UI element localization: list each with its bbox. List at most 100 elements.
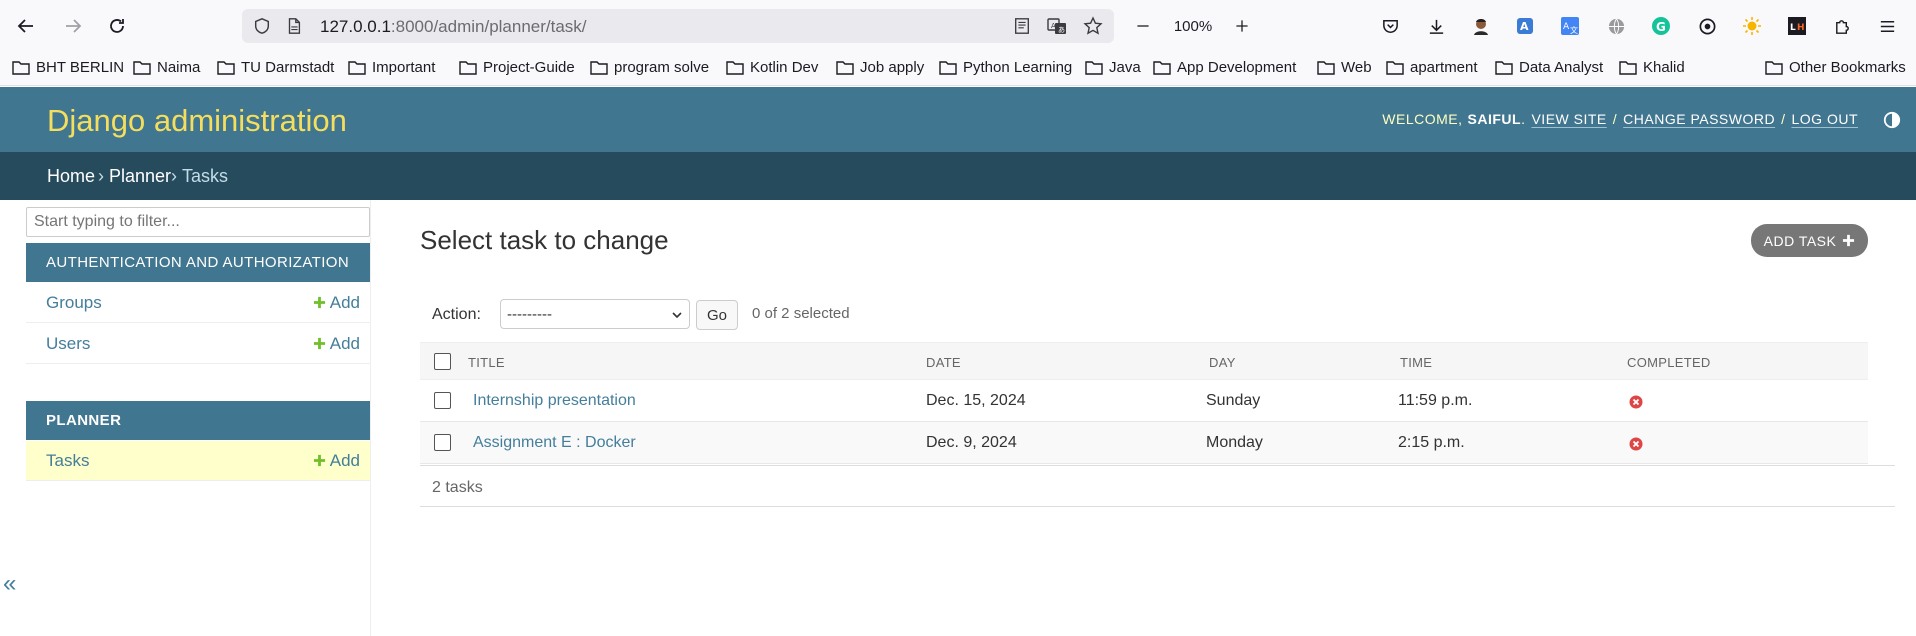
chevron-down-icon <box>672 312 682 319</box>
module-caption-auth[interactable]: AUTHENTICATION AND AUTHORIZATION <box>26 243 370 282</box>
change-password-link[interactable]: CHANGE PASSWORD <box>1623 111 1775 127</box>
zoom-out-button[interactable] <box>1132 12 1154 40</box>
bookmark-folder[interactable]: App Development <box>1153 59 1296 76</box>
page-icon[interactable] <box>284 16 304 36</box>
column-header-date[interactable]: DATE <box>926 355 961 370</box>
site-branding[interactable]: Django administration <box>47 103 347 139</box>
action-select[interactable]: --------- <box>500 299 690 329</box>
breadcrumb-planner[interactable]: Planner <box>109 166 171 187</box>
sidebar-item-label[interactable]: Tasks <box>46 451 89 471</box>
extensions-puzzle-icon[interactable] <box>1829 13 1855 39</box>
bookmark-label: Data Analyst <box>1519 59 1604 76</box>
sidebar-item-label[interactable]: Users <box>46 334 90 354</box>
bookmark-folder[interactable]: Naima <box>133 59 200 76</box>
shield-icon[interactable] <box>252 16 272 36</box>
svg-text:文: 文 <box>1570 25 1578 35</box>
add-plus-icon <box>313 296 325 309</box>
bookmark-folder[interactable]: program solve <box>590 59 709 76</box>
bookmark-folder[interactable]: Web <box>1317 59 1372 76</box>
nav-filter-input[interactable] <box>26 207 370 237</box>
row-checkbox[interactable] <box>434 392 451 409</box>
reload-icon <box>110 19 124 33</box>
bookmark-label: Kotlin Dev <box>750 59 819 76</box>
avatar-extension-icon[interactable] <box>1468 13 1494 39</box>
bookmark-folder[interactable]: Important <box>348 59 435 76</box>
bookmark-folder[interactable]: apartment <box>1386 59 1478 76</box>
pocket-icon[interactable] <box>1377 13 1403 39</box>
url-text[interactable]: 127.0.0.1:8000/admin/planner/task/ <box>320 17 587 37</box>
theme-toggle-icon[interactable] <box>1883 111 1901 129</box>
forward-button[interactable] <box>59 12 87 40</box>
log-out-link[interactable]: LOG OUT <box>1791 111 1858 127</box>
add-link-label: Add <box>329 333 360 353</box>
add-link-label: Add <box>329 292 360 312</box>
reader-view-icon[interactable] <box>1012 16 1032 36</box>
google-translate-icon[interactable]: A文 <box>1557 13 1583 39</box>
folder-icon <box>1085 60 1103 75</box>
task-title-link[interactable]: Assignment E : Docker <box>473 434 636 452</box>
column-header-title[interactable]: TITLE <box>468 355 505 370</box>
sidebar-item-label[interactable]: Groups <box>46 293 102 313</box>
action-label: Action: <box>432 306 481 323</box>
page-title: Select task to change <box>420 225 669 255</box>
add-groups-link[interactable]: Add <box>313 293 360 313</box>
view-site-link[interactable]: VIEW SITE <box>1531 111 1606 127</box>
module-caption-planner[interactable]: PLANNER <box>26 401 370 440</box>
actions-bar: Action: --------- Go 0 of 2 selected <box>420 296 1868 334</box>
bookmark-folder[interactable]: Data Analyst <box>1495 59 1603 76</box>
task-day: Monday <box>1206 434 1263 451</box>
other-bookmarks[interactable]: Other Bookmarks <box>1765 59 1906 76</box>
bookmark-folder[interactable]: Job apply <box>836 59 924 76</box>
hamburger-menu-icon[interactable] <box>1874 13 1900 39</box>
add-plus-icon <box>313 337 325 350</box>
breadcrumb-separator: › <box>98 166 104 186</box>
action-select-value: --------- <box>507 305 552 323</box>
svg-text:L: L <box>1790 23 1796 33</box>
sidebar-collapse-button[interactable]: « <box>3 570 21 597</box>
timer-extension-icon[interactable] <box>1694 13 1720 39</box>
translate-icon[interactable]: Aあ <box>1047 16 1067 36</box>
svg-text:あ: あ <box>1058 26 1065 34</box>
svg-text:A: A <box>1520 20 1529 33</box>
folder-icon <box>836 60 854 75</box>
bookmark-folder[interactable]: Java <box>1085 59 1141 76</box>
sun-icon[interactable] <box>1739 13 1765 39</box>
row-checkbox[interactable] <box>434 434 451 451</box>
globe-icon[interactable] <box>1603 13 1629 39</box>
bookmark-folder[interactable]: Kotlin Dev <box>726 59 818 76</box>
select-all-checkbox[interactable] <box>434 353 451 370</box>
grammarly-icon[interactable]: G <box>1648 13 1674 39</box>
add-users-link[interactable]: Add <box>313 334 360 354</box>
zoom-in-button[interactable] <box>1231 12 1253 40</box>
task-title-link[interactable]: Internship presentation <box>473 392 636 410</box>
download-icon[interactable] <box>1423 13 1449 39</box>
other-bookmarks-label: Other Bookmarks <box>1789 59 1906 76</box>
star-icon[interactable] <box>1083 16 1103 36</box>
column-header-day[interactable]: DAY <box>1209 355 1236 370</box>
folder-icon <box>1153 60 1171 75</box>
add-task-button[interactable]: ADD TASK <box>1751 224 1868 257</box>
breadcrumb-home[interactable]: Home <box>47 166 95 187</box>
bookmark-folder[interactable]: BHT BERLIN <box>12 59 124 76</box>
bookmark-folder[interactable]: TU Darmstadt <box>217 59 334 76</box>
lh-extension-icon[interactable]: LH <box>1784 13 1810 39</box>
translator-extension-icon[interactable]: A <box>1512 13 1538 39</box>
svg-text:A: A <box>1563 22 1570 32</box>
admin-header: Django administration WELCOME, SAIFUL. V… <box>0 87 1916 152</box>
add-tasks-link[interactable]: Add <box>313 451 360 471</box>
bookmark-folder[interactable]: Python Learning <box>939 59 1072 76</box>
column-header-time[interactable]: TIME <box>1400 355 1432 370</box>
back-button[interactable] <box>12 12 40 40</box>
column-header-completed[interactable]: COMPLETED <box>1627 355 1711 370</box>
browser-toolbar: 127.0.0.1:8000/admin/planner/task/ Aあ 10… <box>0 0 1916 52</box>
go-button[interactable]: Go <box>696 300 738 330</box>
zoom-level[interactable]: 100% <box>1170 12 1216 40</box>
bookmark-label: Project-Guide <box>483 59 575 76</box>
url-path: :8000/admin/planner/task/ <box>390 17 587 36</box>
breadcrumb: Home › Planner › Tasks <box>0 152 1916 200</box>
sidebar-item-users: Users Add <box>26 324 370 364</box>
bookmark-folder[interactable]: Khalid <box>1619 59 1685 76</box>
url-bar[interactable]: 127.0.0.1:8000/admin/planner/task/ Aあ <box>242 9 1114 43</box>
reload-button[interactable] <box>103 12 131 40</box>
bookmark-folder[interactable]: Project-Guide <box>459 59 575 76</box>
